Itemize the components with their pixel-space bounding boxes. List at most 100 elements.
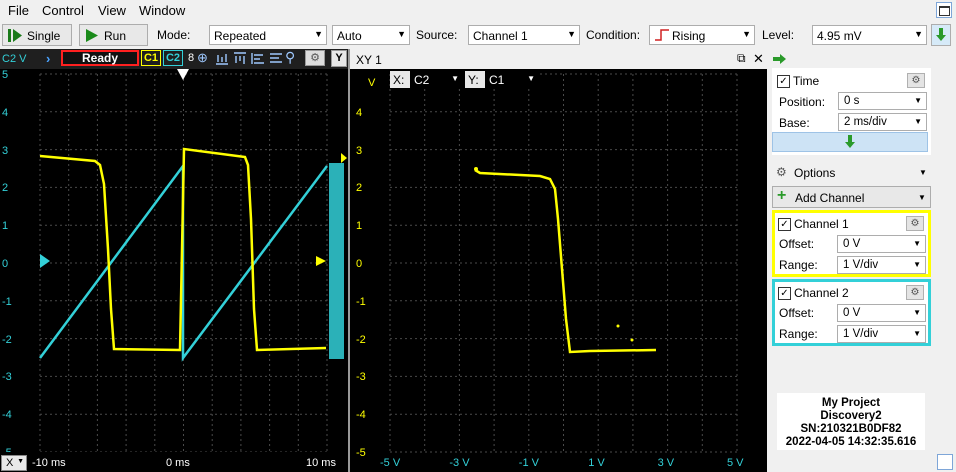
scope-plot[interactable]: 543210-1-2-3-4-5 X ▼ -10 ms 0 ms 10 ms (0, 69, 348, 472)
xy-x-tick-label: 1 V (588, 457, 605, 469)
level-down-button[interactable] (931, 24, 951, 46)
close-icon[interactable]: ✕ (753, 51, 764, 67)
base-value: 2 ms/div (844, 116, 887, 128)
ch2-offset-value: 0 V (843, 307, 861, 319)
xy-point (630, 338, 634, 342)
ch1-range-label: Range: (779, 258, 818, 272)
x-tick-end: 10 ms (306, 457, 336, 469)
ch2-range-label: Range: (779, 327, 818, 341)
trigger-level-marker (341, 153, 347, 163)
y-tick-label: -2 (2, 333, 12, 346)
toolbar: Single Run Mode: Repeated ▼ Auto ▼ Sourc… (0, 22, 956, 48)
source-select[interactable]: Channel 1 ▼ (468, 25, 580, 45)
menu-file[interactable]: File (8, 3, 29, 18)
mode-select[interactable]: Repeated ▼ (209, 25, 327, 45)
x-axis-menu-button[interactable]: X ▼ (1, 455, 27, 471)
info-serial: SN:210321B0DF82 (800, 423, 902, 435)
apply-time-button[interactable] (772, 132, 928, 152)
time-settings-gear-icon[interactable]: ⚙ (907, 73, 925, 88)
xy-y-select[interactable]: Y: C1 ▼ (465, 71, 539, 88)
chevron-down-icon: ▼ (742, 29, 751, 39)
time-checkbox[interactable]: ✓ (777, 75, 790, 88)
ch1-offset-value: 0 V (843, 238, 861, 250)
channel2-checkbox[interactable]: ✓ (778, 287, 791, 300)
settings-gear-icon[interactable]: ⚙ (305, 50, 325, 66)
xy-y-tick-label: -2 (356, 333, 366, 346)
y-axis-button[interactable]: Y (331, 50, 347, 67)
xy-y-tick-label: 3 (356, 144, 363, 157)
condition-select[interactable]: Rising ▼ (649, 25, 755, 45)
x-axis: X ▼ -10 ms 0 ms 10 ms (0, 452, 348, 472)
channel2-offset-marker (40, 254, 50, 268)
condition-label: Condition: (586, 28, 641, 42)
zoom-icon[interactable]: ⊕ (197, 50, 208, 66)
xy-x-tick-label: 3 V (657, 457, 675, 469)
menu-window[interactable]: Window (139, 3, 185, 18)
xy-y-value: C1 (489, 73, 505, 87)
channel2-noise (329, 163, 344, 359)
trigger-position-marker (177, 69, 189, 80)
arrow-down-icon (936, 28, 946, 41)
xy-x-select[interactable]: X: C2 ▼ (390, 71, 463, 88)
mode-label: Mode: (157, 28, 191, 42)
single-label: Single (27, 29, 61, 43)
menu-control[interactable]: Control (42, 3, 84, 18)
chevron-down-icon: ▼ (314, 29, 323, 39)
add-channel-button[interactable]: + Add Channel ▼ (772, 186, 931, 208)
y-tick-label: -3 (2, 371, 12, 384)
level-select[interactable]: 4.95 mV ▼ (812, 25, 927, 45)
position-select[interactable]: 0 s ▼ (838, 92, 927, 110)
channel1-label: Channel 1 (794, 217, 849, 231)
channel2-label: Channel 2 (794, 286, 849, 300)
xy-y-tick-label: 2 (356, 182, 363, 195)
ch2-range-select[interactable]: 1 V/div ▼ (837, 325, 926, 343)
chevron-down-icon: ▼ (451, 74, 459, 83)
align-middle-icon[interactable] (233, 52, 247, 65)
play-icon (86, 29, 98, 42)
options-label[interactable]: Options (794, 166, 835, 180)
chevron-down-icon: ▼ (913, 239, 921, 248)
trigger-mode-select[interactable]: Auto ▼ (332, 25, 410, 45)
channel2-settings-gear-icon[interactable]: ⚙ (906, 285, 924, 300)
menu-bar: File Control View Window (0, 0, 956, 22)
chevron-down-icon: ▼ (914, 29, 923, 39)
corner-button[interactable] (937, 454, 953, 470)
maximize-button[interactable] (936, 2, 952, 18)
chevron-down-icon: ▼ (914, 117, 922, 126)
ch1-range-value: 1 V/div (843, 259, 879, 271)
channel1-checkbox[interactable]: ✓ (778, 218, 791, 231)
menu-view[interactable]: View (98, 3, 126, 18)
arrow-right-icon[interactable] (773, 54, 787, 64)
xy-x-tick-label: 5 V (727, 457, 744, 469)
channel2-group: ✓ Channel 2 ⚙ Offset: 0 V ▼ Range: 1 V/d… (772, 279, 931, 346)
restore-window-icon[interactable]: ⧉ (737, 51, 746, 66)
single-button[interactable]: Single (2, 24, 72, 46)
expand-arrow-icon[interactable]: › (46, 51, 50, 66)
chevron-down-icon[interactable]: ▼ (919, 168, 927, 177)
y-tick-label: 4 (2, 106, 9, 119)
plus-icon: + (777, 187, 787, 204)
x-tick-start: -10 ms (32, 457, 66, 469)
magnifier-icon[interactable]: ⚲ (285, 49, 295, 66)
run-button[interactable]: Run (79, 24, 148, 46)
xy-y-unit: V (368, 77, 376, 89)
align-lines-icon[interactable] (269, 52, 283, 65)
xy-x-tick-label: -5 V (380, 457, 401, 469)
ch1-offset-select[interactable]: 0 V ▼ (837, 235, 926, 253)
y-tick-label: 3 (2, 144, 9, 157)
xy-y-label: Y: (468, 73, 479, 87)
rising-edge-icon (655, 29, 669, 41)
xy-plot[interactable]: V X: C2 ▼ Y: C1 ▼ 543210-1-2-3-4-5 -5 V-… (350, 69, 767, 472)
ch2-offset-label: Offset: (779, 306, 815, 320)
align-left-icon[interactable] (251, 52, 265, 65)
c1-button[interactable]: C1 (141, 50, 161, 66)
scope-header: C2 V › Ready C1 C2 8 ⊕ ⚲ ⚙ Y (0, 49, 348, 69)
base-label: Base: (779, 116, 810, 130)
base-select[interactable]: 2 ms/div ▼ (838, 113, 927, 131)
align-bottom-icon[interactable] (215, 52, 229, 65)
source-label: Source: (416, 28, 458, 42)
channel1-settings-gear-icon[interactable]: ⚙ (906, 216, 924, 231)
c2-button[interactable]: C2 (163, 50, 183, 66)
ch2-offset-select[interactable]: 0 V ▼ (837, 304, 926, 322)
ch1-range-select[interactable]: 1 V/div ▼ (837, 256, 926, 274)
